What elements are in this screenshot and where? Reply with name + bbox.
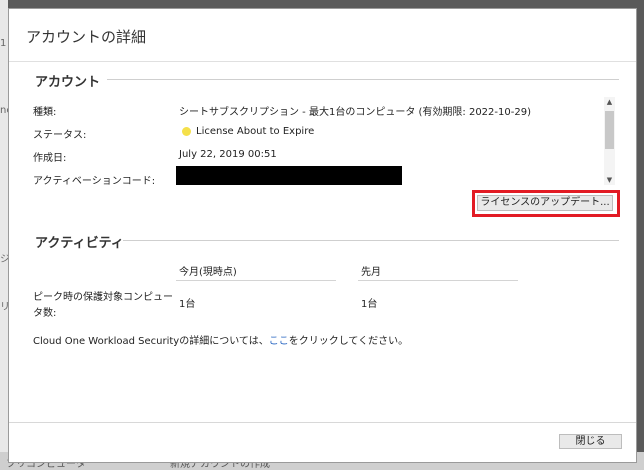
account-section-divider xyxy=(107,79,619,80)
activity-section-title: アクティビティ xyxy=(35,236,124,251)
status-label: ステータス: xyxy=(33,130,87,141)
last-month-header: 先月 xyxy=(361,267,381,278)
scroll-thumb[interactable] xyxy=(605,111,614,149)
activation-code-label: アクティベーションコード: xyxy=(33,176,156,187)
type-value: シートサブスクリプション - 最大1台のコンピュータ (有効期限: 2022-1… xyxy=(179,107,531,118)
peak-last-value: 1台 xyxy=(361,299,378,310)
status-value: License About to Expire xyxy=(196,126,315,137)
footer-divider xyxy=(9,422,636,423)
account-scrollbar[interactable]: ▲ ▼ xyxy=(604,97,615,185)
created-label: 作成日: xyxy=(33,153,67,164)
status-indicator-icon xyxy=(182,127,191,136)
dialog-title: アカウントの詳細 xyxy=(26,28,147,46)
close-button[interactable]: 閉じる xyxy=(559,434,622,449)
info-text: Cloud One Workload Securityの詳細については、ここをク… xyxy=(33,332,408,347)
details-link[interactable]: ここ xyxy=(269,336,289,347)
background-app-left xyxy=(0,0,8,470)
highlight-box xyxy=(472,190,620,217)
created-value: July 22, 2019 00:51 xyxy=(179,149,277,160)
info-text-after: をクリックしてください。 xyxy=(288,336,409,347)
info-text-before: Cloud One Workload Securityの詳細については、 xyxy=(33,336,269,347)
peak-computers-label-line2: タ数: xyxy=(33,308,57,319)
current-month-header-rule xyxy=(176,280,336,281)
account-details-dialog: アカウントの詳細 アカウント 種類: シートサブスクリプション - 最大1台のコ… xyxy=(8,8,637,463)
scroll-down-icon[interactable]: ▼ xyxy=(604,175,615,185)
peak-current-value: 1台 xyxy=(179,299,196,310)
account-section-title: アカウント xyxy=(35,75,101,90)
header-divider xyxy=(9,61,636,62)
last-month-header-rule xyxy=(358,280,518,281)
peak-computers-label-line1: ピーク時の保護対象コンピュー xyxy=(33,292,173,303)
type-label: 種類: xyxy=(33,107,57,118)
current-month-header: 今月(現時点) xyxy=(179,267,237,278)
activity-section-divider xyxy=(123,240,619,241)
activation-code-redacted xyxy=(176,166,402,185)
scroll-up-icon[interactable]: ▲ xyxy=(604,97,615,107)
background-text: 1 xyxy=(0,38,7,49)
